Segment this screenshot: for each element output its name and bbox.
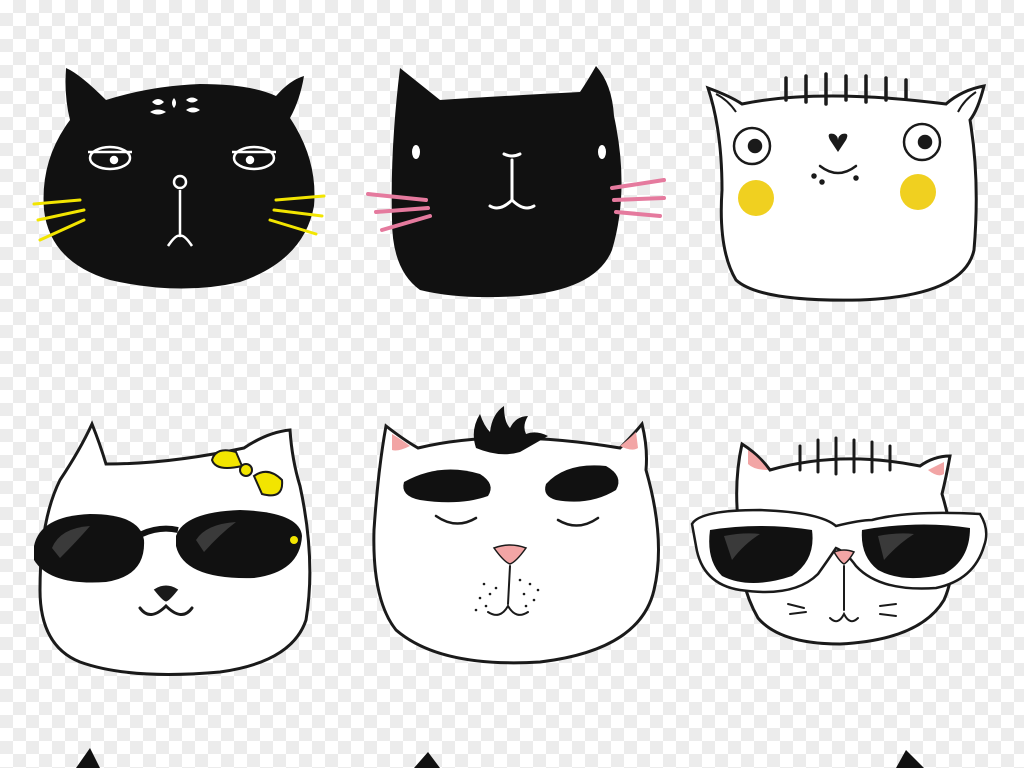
ear-tip-center (414, 752, 440, 768)
white-cat-bow-sunglasses (34, 420, 312, 676)
cat-head (391, 66, 622, 298)
black-cat-grumpy (32, 68, 326, 289)
black-cat-smiling (366, 66, 666, 298)
white-cat-striped-sunglasses (690, 436, 988, 646)
cat-head (43, 68, 315, 289)
ear-tip-left (76, 748, 100, 768)
cat-faces-illustration (32, 66, 988, 768)
partial-row-ear-tips (76, 748, 924, 768)
white-cat-eyebrows (372, 406, 660, 665)
cat-head (372, 420, 660, 665)
illustration-canvas (0, 0, 1024, 768)
white-cat-yellow-cheeks (705, 72, 987, 302)
ear-tip-right (896, 750, 924, 768)
